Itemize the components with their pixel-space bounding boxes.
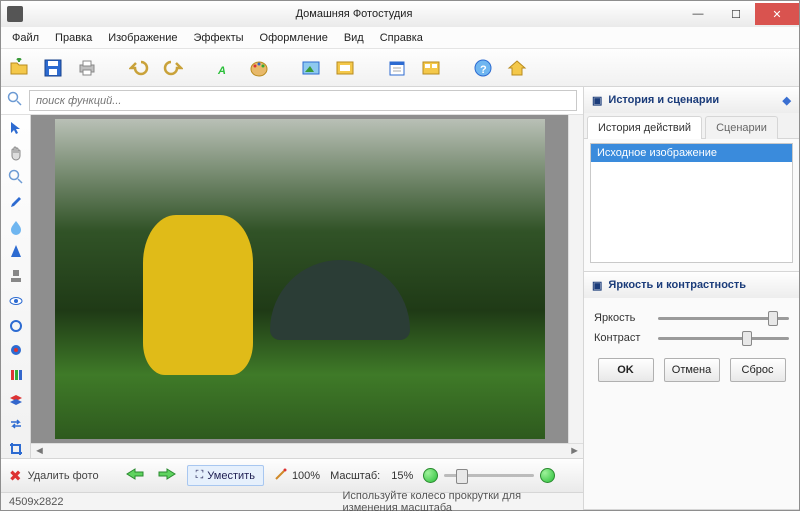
palette-button[interactable] (247, 56, 271, 80)
save-button[interactable] (41, 56, 65, 80)
next-button[interactable] (157, 467, 177, 484)
undo-button[interactable] (127, 56, 151, 80)
image-button[interactable] (299, 56, 323, 80)
delete-icon: ✖ (9, 467, 22, 485)
blur-tool[interactable] (6, 218, 26, 236)
frame-button[interactable] (333, 56, 357, 80)
zoom-label: Масштаб: 15% (330, 470, 413, 482)
status-hint: Используйте колесо прокрутки для изменен… (343, 490, 576, 514)
cancel-button[interactable]: Отмена (664, 358, 720, 382)
fit-button[interactable]: ⛶ Уместить (187, 465, 264, 486)
history-list[interactable]: Исходное изображение (590, 143, 793, 263)
collapse-icon[interactable]: ◆ (783, 94, 791, 107)
search-icon (7, 91, 23, 110)
svg-text:A: A (217, 65, 226, 77)
tab-scenarios[interactable]: Сценарии (705, 116, 778, 139)
fit-icon: ⛶ (196, 469, 204, 482)
hand-tool[interactable] (6, 144, 26, 162)
crop-tool[interactable] (6, 440, 26, 458)
menu-help[interactable]: Справка (373, 29, 430, 47)
history-panel-title: История и сценарии (608, 94, 719, 106)
dodge-tool[interactable] (6, 317, 26, 335)
redeye-tool[interactable] (6, 341, 26, 359)
window-title: Домашняя Фотостудия (29, 8, 679, 20)
svg-text:?: ? (480, 64, 487, 76)
panel-icon: ▣ (592, 94, 602, 107)
pointer-tool[interactable] (6, 119, 26, 137)
app-icon (7, 6, 23, 22)
menubar: Файл Правка Изображение Эффекты Оформлен… (1, 27, 799, 49)
menu-edit[interactable]: Правка (48, 29, 99, 47)
text-button[interactable]: A (213, 56, 237, 80)
menu-image[interactable]: Изображение (101, 29, 184, 47)
zoom-value: 15% (391, 470, 413, 482)
tool-dock (1, 115, 31, 458)
levels-tool[interactable] (6, 366, 26, 384)
searchbar (1, 87, 583, 115)
minimize-button[interactable]: — (679, 3, 717, 25)
zoom-in-button[interactable] (540, 468, 555, 483)
collage-button[interactable] (419, 56, 443, 80)
statusbar: 4509x2822 Используйте колесо прокрутки д… (1, 492, 583, 510)
delete-photo-button[interactable]: ✖ Удалить фото (9, 467, 99, 485)
open-button[interactable] (7, 56, 31, 80)
prev-button[interactable] (125, 467, 145, 484)
home-button[interactable] (505, 56, 529, 80)
menu-file[interactable]: Файл (5, 29, 46, 47)
delete-label: Удалить фото (28, 470, 99, 482)
wand-icon (274, 467, 288, 484)
toolbar: A ? (1, 49, 799, 87)
status-dimensions: 4509x2822 (9, 496, 313, 508)
contrast-label: Контраст (594, 332, 650, 344)
canvas[interactable] (31, 115, 568, 443)
menu-design[interactable]: Оформление (253, 29, 335, 47)
brightness-panel-header[interactable]: ▣ Яркость и контрастность (584, 272, 799, 298)
ok-button[interactable]: OK (598, 358, 654, 382)
close-button[interactable]: ✕ (755, 3, 799, 25)
reset-button[interactable]: Сброс (730, 358, 786, 382)
panel-icon: ▣ (592, 279, 602, 292)
layers-tool[interactable] (6, 391, 26, 409)
stamp-tool[interactable] (6, 267, 26, 285)
brightness-panel-title: Яркость и контрастность (608, 279, 746, 291)
zoom-slider[interactable] (444, 474, 534, 477)
calendar-button[interactable] (385, 56, 409, 80)
zoom-100-button[interactable]: 100% (274, 467, 320, 484)
zoom-out-button[interactable] (423, 468, 438, 483)
maximize-button[interactable]: ☐ (717, 3, 755, 25)
vertical-scrollbar[interactable] (568, 115, 583, 443)
brightness-slider[interactable] (658, 317, 789, 320)
sharpen-tool[interactable] (6, 243, 26, 261)
titlebar: Домашняя Фотостудия — ☐ ✕ (1, 1, 799, 27)
eye-tool[interactable] (6, 292, 26, 310)
redo-button[interactable] (161, 56, 185, 80)
history-item[interactable]: Исходное изображение (591, 144, 792, 162)
photo-preview (55, 119, 545, 439)
swap-tool[interactable] (6, 416, 26, 434)
horizontal-scrollbar[interactable]: ◄► (31, 443, 583, 458)
history-panel-header[interactable]: ▣ История и сценарии ◆ (584, 87, 799, 113)
help-button[interactable]: ? (471, 56, 495, 80)
zoom-tool[interactable] (6, 168, 26, 186)
right-panel: ▣ История и сценарии ◆ История действий … (583, 87, 799, 510)
brush-tool[interactable] (6, 193, 26, 211)
menu-effects[interactable]: Эффекты (187, 29, 251, 47)
bottom-toolbar: ✖ Удалить фото ⛶ Уместить 100% Масштаб: … (1, 458, 583, 492)
print-button[interactable] (75, 56, 99, 80)
tab-history[interactable]: История действий (587, 116, 702, 139)
fit-label: Уместить (207, 470, 255, 482)
zoom-100-label: 100% (292, 470, 320, 482)
brightness-label: Яркость (594, 312, 650, 324)
search-input[interactable] (29, 90, 577, 111)
menu-view[interactable]: Вид (337, 29, 371, 47)
contrast-slider[interactable] (658, 337, 789, 340)
